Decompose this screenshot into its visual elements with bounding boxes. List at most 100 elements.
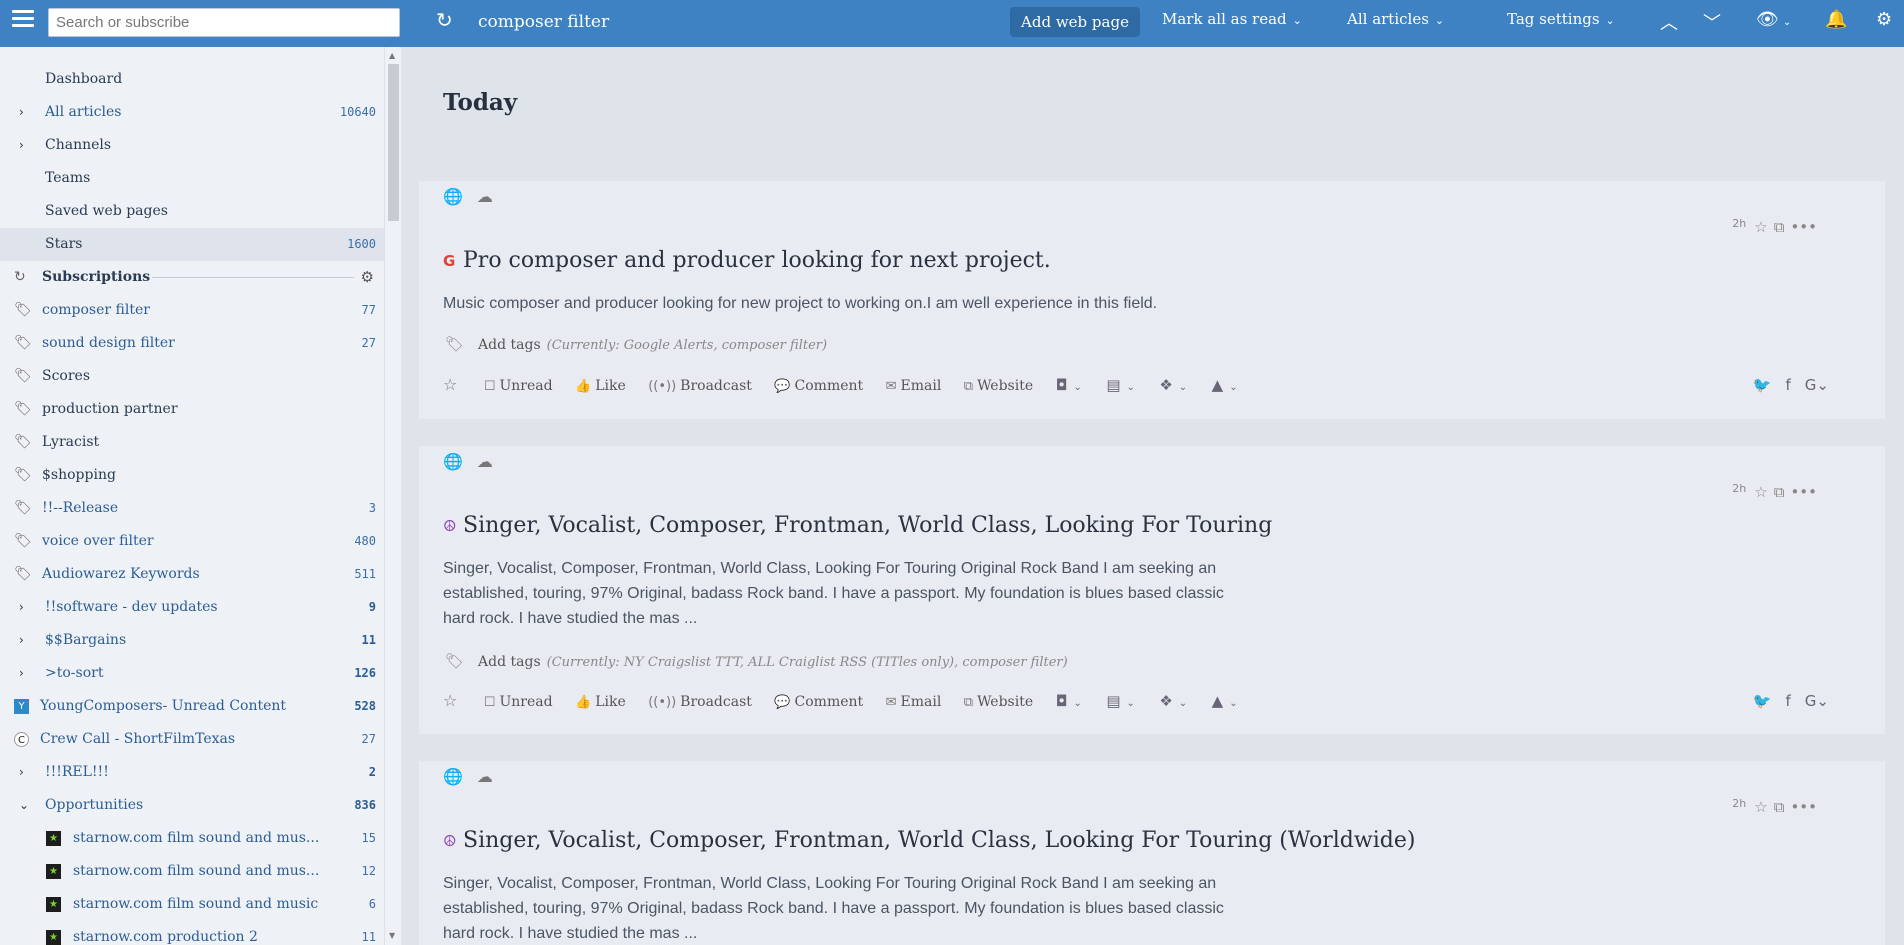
google-plus-icon[interactable]: G⌄: [1805, 692, 1829, 710]
more-options-icon[interactable]: •••: [1790, 798, 1817, 816]
comment-button[interactable]: 💬 Comment: [774, 378, 863, 394]
chevron-right-icon[interactable]: ›: [19, 591, 24, 624]
refresh-icon[interactable]: ↻: [14, 261, 26, 294]
email-button[interactable]: ✉ Email: [886, 694, 942, 710]
article-title[interactable]: ☮ Singer, Vocalist, Composer, Frontman, W…: [443, 513, 1272, 538]
more-options-icon[interactable]: •••: [1790, 218, 1817, 236]
facebook-icon[interactable]: f: [1786, 692, 1791, 710]
article-card[interactable]: 🌐 ☁ 2h ☆ ⧉ ••• ☮ Singer, Vocalist, Composer, …: [419, 761, 1885, 945]
add-tags-link[interactable]: Add tags: [478, 337, 541, 353]
save-star-button[interactable]: ☆: [443, 691, 461, 710]
next-article-icon[interactable]: ﹀: [1703, 9, 1721, 35]
star-icon[interactable]: ☆: [1754, 798, 1767, 816]
tag-settings-dropdown[interactable]: Tag settings ⌄: [1507, 10, 1615, 28]
hat-icon[interactable]: ☁: [477, 452, 493, 471]
star-icon[interactable]: ☆: [1754, 483, 1767, 501]
menu-icon[interactable]: [12, 10, 34, 28]
unread-button[interactable]: ☐ Unread: [484, 378, 553, 394]
website-button[interactable]: ⧉ Website: [964, 694, 1033, 710]
sidebar-tag-item[interactable]: 🏷 Lyracist: [0, 426, 384, 459]
broadcast-button[interactable]: ((•)) Broadcast: [648, 694, 752, 710]
mark-all-as-read-button[interactable]: Mark all as read ⌄: [1162, 10, 1302, 28]
sidebar-scrollbar[interactable]: ▲ ▼: [384, 47, 401, 945]
add-tags-link[interactable]: Add tags: [478, 654, 541, 670]
comment-button[interactable]: 💬 Comment: [774, 694, 863, 710]
twitter-icon[interactable]: 🐦: [1753, 376, 1772, 394]
globe-icon[interactable]: 🌐: [443, 187, 463, 206]
sidebar-tag-item[interactable]: 🏷 production partner: [0, 393, 384, 426]
chevron-right-icon[interactable]: ›: [19, 624, 24, 657]
view-options-icon[interactable]: 👁 ⌄: [1756, 9, 1791, 30]
more-options-icon[interactable]: •••: [1790, 483, 1817, 501]
facebook-icon[interactable]: f: [1786, 376, 1791, 394]
twitter-icon[interactable]: 🐦: [1753, 692, 1772, 710]
pocket-save-button[interactable]: ◘ ⌄: [1056, 692, 1082, 710]
notifications-bell-icon[interactable]: 🔔: [1825, 9, 1847, 30]
sidebar-tag-item[interactable]: 🏷 Scores: [0, 360, 384, 393]
pocket-save-button[interactable]: ◘ ⌄: [1056, 376, 1082, 394]
sidebar-tag-item[interactable]: 🏷 sound design filter 27: [0, 327, 384, 360]
scroll-down-arrow-icon[interactable]: ▼: [389, 931, 395, 940]
sidebar-item-saved-web-pages[interactable]: Saved web pages: [0, 195, 384, 228]
sidebar-folder-item[interactable]: ⌄ Opportunities 836: [0, 789, 384, 822]
sidebar-item-all-articles[interactable]: › All articles 10640: [0, 96, 384, 129]
all-articles-dropdown[interactable]: All articles ⌄: [1347, 10, 1444, 28]
hat-icon[interactable]: ☁: [477, 187, 493, 206]
onenote-save-button[interactable]: ▤ ⌄: [1106, 692, 1135, 710]
sidebar-tag-item[interactable]: 🏷 composer filter 77: [0, 294, 384, 327]
chevron-right-icon[interactable]: ›: [19, 657, 24, 690]
google-drive-save-button[interactable]: ▲ ⌄: [1212, 692, 1238, 710]
open-external-icon[interactable]: ⧉: [1774, 483, 1785, 501]
like-button[interactable]: 👍 Like: [575, 694, 626, 710]
sidebar-tag-item[interactable]: 🏷 voice over filter 480: [0, 525, 384, 558]
sidebar-folder-item[interactable]: › >to-sort 126: [0, 657, 384, 690]
sidebar-folder-item[interactable]: › !!!REL!!! 2: [0, 756, 384, 789]
onenote-save-button[interactable]: ▤ ⌄: [1106, 376, 1135, 394]
add-web-page-button[interactable]: Add web page: [1010, 7, 1140, 37]
star-icon[interactable]: ☆: [1754, 218, 1767, 236]
website-button[interactable]: ⧉ Website: [964, 378, 1033, 394]
sidebar-item-stars[interactable]: Stars 1600: [0, 228, 384, 261]
refresh-icon[interactable]: ↻: [436, 8, 453, 32]
chevron-right-icon[interactable]: ›: [19, 756, 24, 789]
article-title[interactable]: G Pro composer and producer looking for n…: [443, 248, 1051, 273]
chevron-right-icon[interactable]: ›: [19, 129, 24, 162]
globe-icon[interactable]: 🌐: [443, 452, 463, 471]
previous-article-icon[interactable]: ︿: [1660, 9, 1678, 35]
chevron-right-icon[interactable]: ›: [19, 96, 24, 129]
sidebar-folder-item[interactable]: › $$Bargains 11: [0, 624, 384, 657]
open-external-icon[interactable]: ⧉: [1774, 798, 1785, 816]
chevron-down-icon[interactable]: ⌄: [19, 789, 29, 822]
sidebar-tag-item[interactable]: 🏷 !!--Release 3: [0, 492, 384, 525]
broadcast-button[interactable]: ((•)) Broadcast: [648, 378, 752, 394]
gear-icon[interactable]: ⚙: [361, 261, 374, 294]
like-button[interactable]: 👍 Like: [575, 378, 626, 394]
open-external-icon[interactable]: ⧉: [1774, 218, 1785, 236]
unread-button[interactable]: ☐ Unread: [484, 694, 553, 710]
sidebar-feed-item[interactable]: C Crew Call - ShortFilmTexas 27: [0, 723, 384, 756]
sidebar-folder-item[interactable]: › !!software - dev updates 9: [0, 591, 384, 624]
hat-icon[interactable]: ☁: [477, 767, 493, 786]
sidebar-feed-item[interactable]: ★ starnow.com production 2 11: [0, 921, 384, 945]
sidebar-feed-item[interactable]: ★ starnow.com film sound and mus... 15: [0, 822, 384, 855]
sidebar-item-dashboard[interactable]: Dashboard: [0, 63, 384, 96]
article-card[interactable]: 🌐 ☁ 2h ☆ ⧉ ••• ☮ Singer, Vocalist, Composer, …: [419, 446, 1885, 734]
google-drive-save-button[interactable]: ▲ ⌄: [1212, 376, 1238, 394]
sidebar-tag-item[interactable]: 🏷 Audiowarez Keywords 511: [0, 558, 384, 591]
dropbox-save-button[interactable]: ❖ ⌄: [1159, 692, 1187, 710]
scroll-up-arrow-icon[interactable]: ▲: [389, 51, 395, 60]
article-title[interactable]: ☮ Singer, Vocalist, Composer, Frontman, W…: [443, 828, 1415, 853]
search-input[interactable]: [48, 8, 400, 37]
save-star-button[interactable]: ☆: [443, 375, 461, 394]
sidebar-tag-item[interactable]: 🏷 $shopping: [0, 459, 384, 492]
sidebar-feed-item[interactable]: ★ starnow.com film sound and music 6: [0, 888, 384, 921]
sidebar-item-teams[interactable]: Teams: [0, 162, 384, 195]
dropbox-save-button[interactable]: ❖ ⌄: [1159, 376, 1187, 394]
settings-gear-icon[interactable]: ⚙: [1876, 9, 1892, 30]
google-plus-icon[interactable]: G⌄: [1805, 376, 1829, 394]
scrollbar-thumb[interactable]: [388, 64, 399, 221]
sidebar-feed-item[interactable]: Y YoungComposers- Unread Content 528: [0, 690, 384, 723]
globe-icon[interactable]: 🌐: [443, 767, 463, 786]
email-button[interactable]: ✉ Email: [886, 378, 942, 394]
sidebar-item-channels[interactable]: › Channels: [0, 129, 384, 162]
